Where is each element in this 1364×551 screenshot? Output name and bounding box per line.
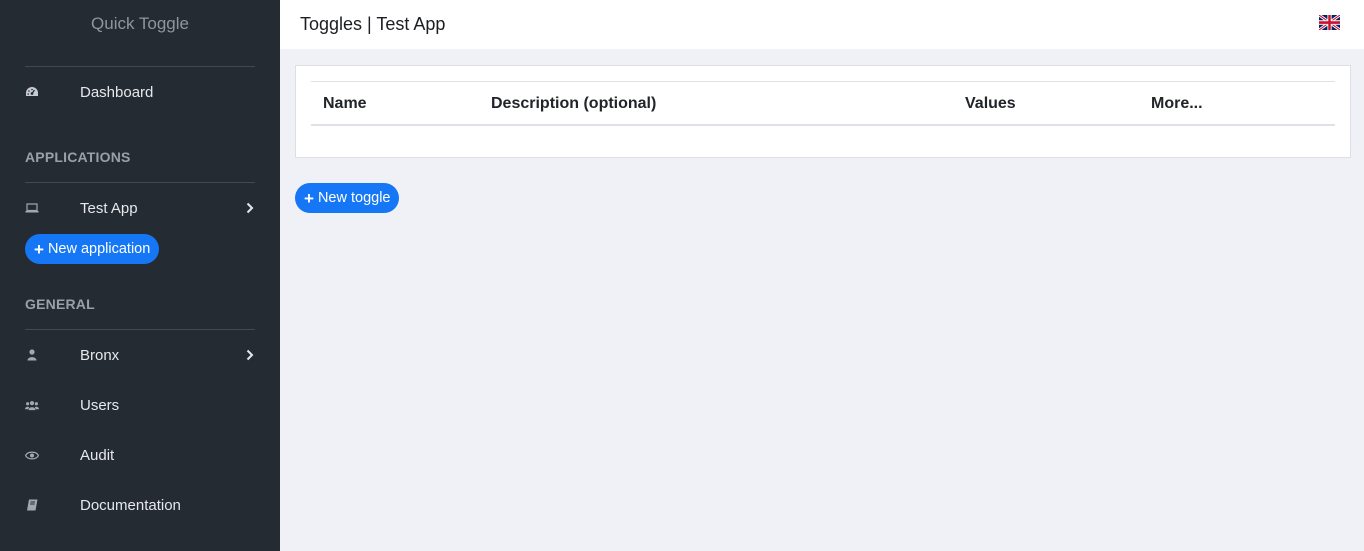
sidebar: Quick Toggle Dashboard APPLICATIONS Test… <box>0 0 280 551</box>
column-header-more: More... <box>1151 95 1203 112</box>
sidebar-item-users[interactable]: Users <box>0 387 280 423</box>
top-bar: Toggles | Test App <box>280 0 1364 49</box>
column-header-values: Values <box>965 95 1016 112</box>
tachometer-icon <box>25 85 39 99</box>
uk-flag-icon[interactable] <box>1318 13 1341 32</box>
sidebar-item-bronx[interactable]: Bronx <box>0 337 280 373</box>
new-toggle-label: New toggle <box>317 190 391 206</box>
new-toggle-button[interactable]: + New toggle <box>295 183 400 213</box>
chevron-right-icon <box>246 348 256 362</box>
divider <box>25 182 255 183</box>
sidebar-item-label: Users <box>80 396 120 414</box>
toggles-card: Name Description (optional) Values More.… <box>295 65 1351 158</box>
sidebar-item-dashboard[interactable]: Dashboard <box>0 74 280 110</box>
book-icon <box>25 498 39 512</box>
section-title-applications: APPLICATIONS <box>25 149 131 165</box>
sidebar-item-documentation[interactable]: Documentation <box>0 487 280 523</box>
sidebar-item-label: Bronx <box>80 346 120 364</box>
chevron-right-icon <box>246 201 256 215</box>
sidebar-item-label: Documentation <box>80 496 181 514</box>
toggles-table-header: Name Description (optional) Values More.… <box>311 81 1335 126</box>
plus-icon: + <box>34 239 44 259</box>
sidebar-item-label: Audit <box>80 446 115 464</box>
new-application-label: New application <box>47 241 151 257</box>
sidebar-item-label: Test App <box>80 199 138 217</box>
divider <box>25 329 255 330</box>
user-icon <box>25 348 39 362</box>
brand-title[interactable]: Quick Toggle <box>0 0 280 48</box>
sidebar-item-test-app[interactable]: Test App <box>0 190 280 226</box>
page-title: Toggles | Test App <box>300 14 446 34</box>
new-application-button[interactable]: + New application <box>25 234 160 264</box>
column-header-description: Description (optional) <box>491 95 657 112</box>
divider <box>25 66 255 67</box>
sidebar-item-label: Dashboard <box>80 83 154 101</box>
plus-icon: + <box>304 188 314 208</box>
section-title-general: GENERAL <box>25 296 95 312</box>
column-header-name: Name <box>323 95 367 112</box>
laptop-icon <box>25 201 39 215</box>
users-icon <box>25 398 39 412</box>
sidebar-item-audit[interactable]: Audit <box>0 437 280 473</box>
eye-icon <box>25 448 39 462</box>
